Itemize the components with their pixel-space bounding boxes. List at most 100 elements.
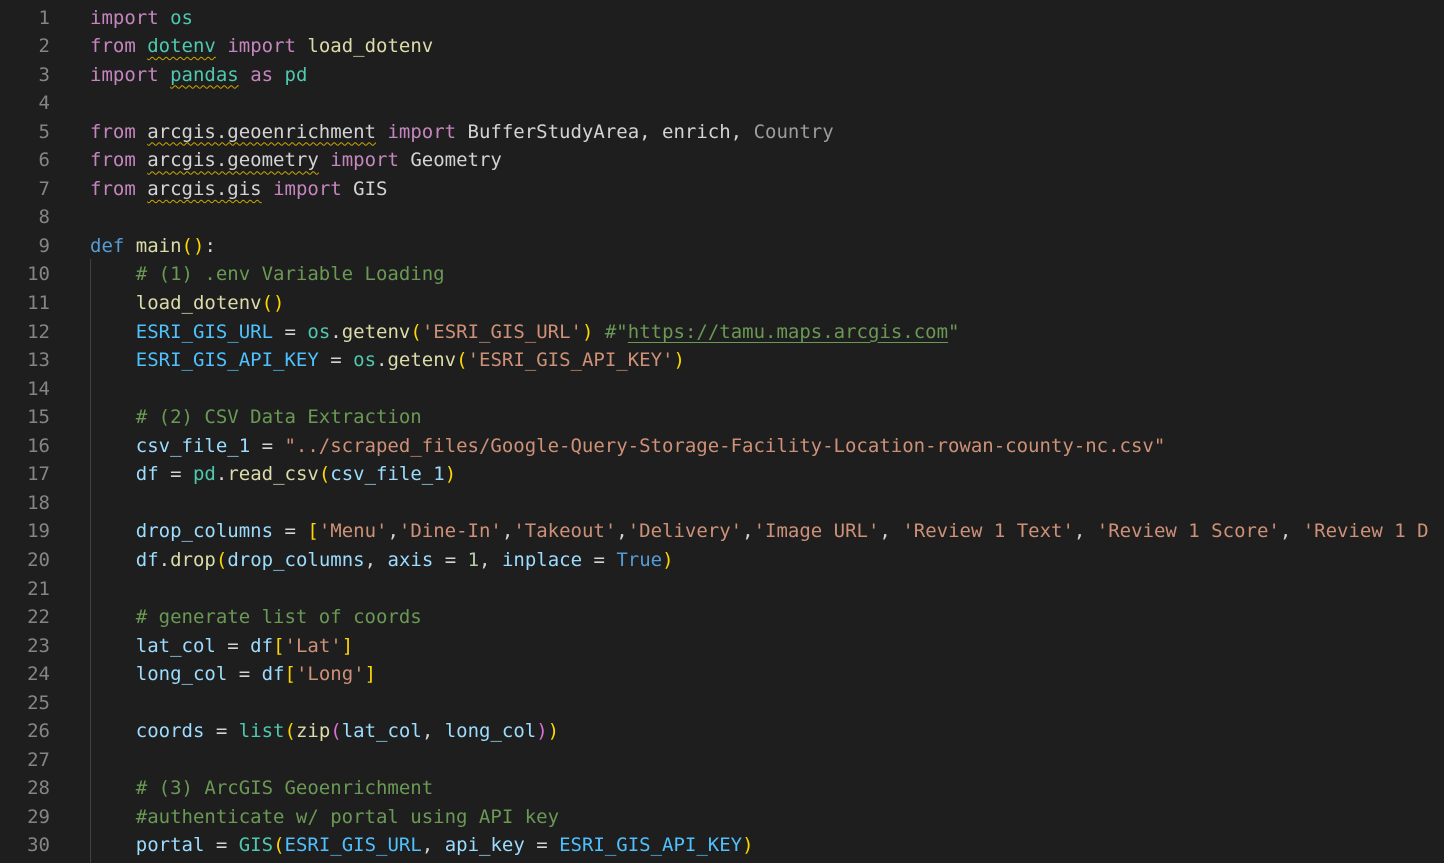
code-token: # (1) .env Variable Loading	[135, 263, 445, 286]
code-token: import	[273, 177, 342, 200]
code-line[interactable]: 30 portal = GIS(ESRI_GIS_URL, api_key = …	[0, 831, 1444, 859]
code-token: "	[948, 320, 960, 343]
code-line[interactable]: 26 coords = list(zip(lat_col, long_col))	[0, 717, 1444, 745]
code-token: )	[742, 834, 754, 857]
code-token: .	[158, 548, 171, 571]
code-line[interactable]: 12 ESRI_GIS_URL = os.getenv('ESRI_GIS_UR…	[0, 318, 1444, 346]
code-line[interactable]: 16 csv_file_1 = "../scraped_files/Google…	[0, 432, 1444, 460]
code-line[interactable]: 13 ESRI_GIS_API_KEY = os.getenv('ESRI_GI…	[0, 346, 1444, 374]
code-token: import	[90, 63, 159, 86]
code-token: ESRI_GIS_URL	[135, 320, 274, 343]
code-token: ()	[181, 234, 205, 257]
code-token: ,	[387, 520, 399, 543]
line-code: ESRI_GIS_URL = os.getenv('ESRI_GIS_URL')…	[90, 318, 960, 346]
code-token: getenv	[387, 349, 457, 372]
code-line[interactable]: 6 from arcgis.geometry import Geometry	[0, 146, 1444, 174]
code-token: =	[204, 720, 239, 743]
line-number: 27	[27, 748, 50, 771]
line-number: 18	[27, 491, 50, 514]
code-line[interactable]: 17 df = pd.read_csv(csv_file_1)	[0, 460, 1444, 488]
line-number: 3	[38, 63, 50, 86]
code-token: arcgis.geoenrichment	[147, 120, 376, 143]
code-token: csv_file_1	[135, 434, 251, 457]
code-line[interactable]: 14	[0, 375, 1444, 403]
code-token: )	[662, 548, 674, 571]
line-number: 6	[38, 149, 50, 172]
code-token: lat_col	[135, 634, 216, 657]
code-token: (	[330, 720, 342, 743]
line-code: portal = GIS(ESRI_GIS_URL, api_key = ESR…	[90, 831, 754, 859]
line-code: from dotenv import load_dotenv	[90, 32, 433, 60]
code-line[interactable]: 3 import pandas as pd	[0, 61, 1444, 89]
code-token: ,	[364, 548, 388, 571]
code-token: 1	[467, 548, 480, 571]
code-line[interactable]: 4	[0, 89, 1444, 117]
code-line[interactable]: 23 lat_col = df['Lat']	[0, 632, 1444, 660]
code-line[interactable]: 2 from dotenv import load_dotenv	[0, 32, 1444, 60]
code-line[interactable]: 1 import os	[0, 4, 1444, 32]
code-token: )	[444, 463, 457, 486]
code-token: "../scraped_files/Google-Query-Storage-F…	[284, 434, 1166, 457]
code-line[interactable]: 18	[0, 489, 1444, 517]
line-number: 23	[27, 634, 50, 657]
code-line[interactable]: 15 # (2) CSV Data Extraction	[0, 403, 1444, 431]
line-code: # generate list of coords	[90, 603, 422, 631]
code-line[interactable]: 21	[0, 575, 1444, 603]
code-token: drop	[170, 548, 216, 571]
line-code: # (3) ArcGIS Geoenrichment	[90, 774, 433, 802]
code-token: #"	[593, 320, 628, 343]
code-line[interactable]: 5 from arcgis.geoenrichment import Buffer…	[0, 118, 1444, 146]
line-number: 19	[27, 520, 50, 543]
code-token: as	[250, 63, 274, 86]
line-code: df.drop(drop_columns, axis = 1, inplace …	[90, 546, 674, 574]
code-token: import	[387, 120, 457, 143]
code-line[interactable]: 28 # (3) ArcGIS Geoenrichment	[0, 774, 1444, 802]
code-token: ,	[479, 548, 502, 571]
code-line[interactable]: 10 # (1) .env Variable Loading	[0, 260, 1444, 288]
line-number: 25	[27, 691, 50, 714]
code-line[interactable]: 11 load_dotenv()	[0, 289, 1444, 317]
line-code: load_dotenv()	[90, 289, 285, 317]
code-token: pd	[284, 63, 308, 86]
code-token: # (3) ArcGIS Geoenrichment	[135, 777, 434, 800]
code-line[interactable]: 27	[0, 746, 1444, 774]
code-token: import	[227, 35, 296, 58]
code-line[interactable]: 25	[0, 689, 1444, 717]
line-number: 30	[27, 834, 50, 857]
line-number: 21	[27, 577, 50, 600]
code-token: df	[261, 663, 285, 686]
code-token: list	[238, 720, 285, 743]
code-line[interactable]: 19 drop_columns = ['Menu','Dine-In','Tak…	[0, 517, 1444, 545]
code-line[interactable]: 20 df.drop(drop_columns, axis = 1, inpla…	[0, 546, 1444, 574]
code-line[interactable]: 24 long_col = df['Long']	[0, 660, 1444, 688]
line-code: import pandas as pd	[90, 61, 307, 89]
code-line[interactable]: 29 #authenticate w/ portal using API key	[0, 803, 1444, 831]
code-token: # (2) CSV Data Extraction	[135, 406, 422, 429]
code-line[interactable]: 9 def main():	[0, 232, 1444, 260]
code-line[interactable]: 8	[0, 203, 1444, 231]
code-token: portal	[135, 834, 205, 857]
line-number: 5	[38, 120, 50, 143]
code-token: long_col	[444, 720, 537, 743]
code-token: ,	[1073, 520, 1097, 543]
code-token: lat_col	[341, 720, 422, 743]
code-token: =	[433, 548, 468, 571]
code-token: :	[204, 234, 216, 257]
code-token: =	[204, 834, 239, 857]
code-token: ESRI_GIS_API_KEY	[135, 349, 319, 372]
code-token: .	[330, 320, 342, 343]
code-line[interactable]: 7 from arcgis.gis import GIS	[0, 175, 1444, 203]
code-token: GIS	[353, 177, 388, 200]
code-token: main	[135, 234, 182, 257]
code-line[interactable]: 22 # generate list of coords	[0, 603, 1444, 631]
code-editor[interactable]: 1 import os 2 from dotenv import load_doten…	[0, 0, 1444, 863]
